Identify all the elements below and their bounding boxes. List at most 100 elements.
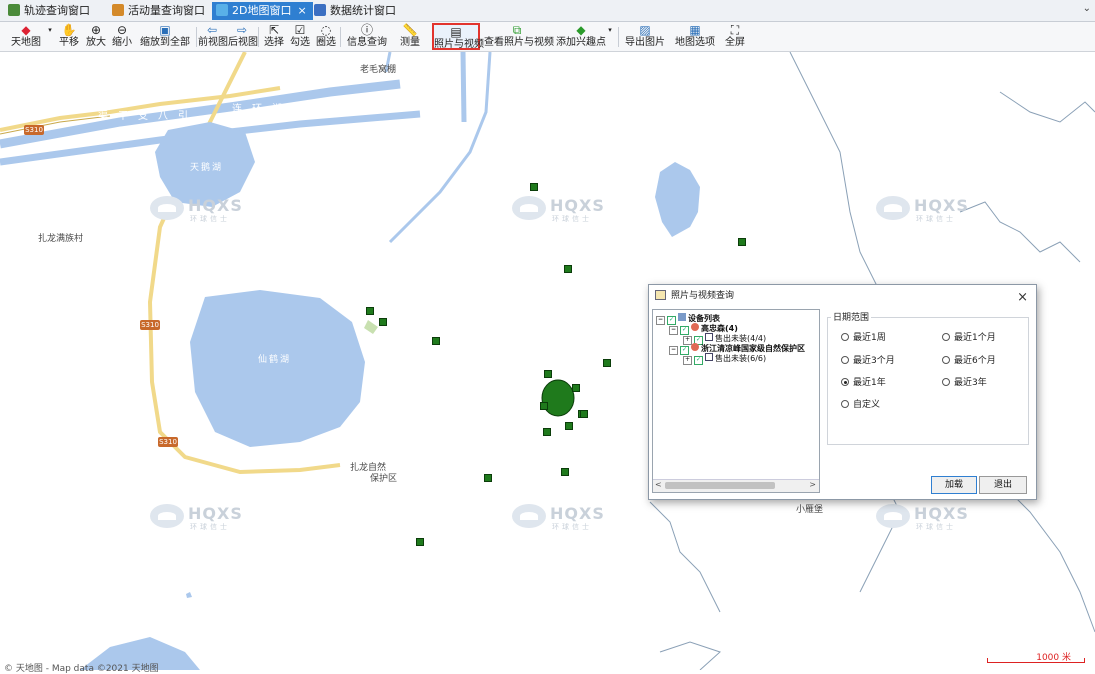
device-marker[interactable] [379,318,387,326]
place-label: 老毛窝棚 [360,65,397,75]
photo-video-button[interactable]: ▤ 照片与视频 [432,23,484,50]
tianditu-icon: ◆ [21,23,31,37]
zoom-all-button[interactable]: ▣ 缩放到全部 [136,23,194,50]
scroll-left-icon[interactable]: < [655,480,662,489]
check-select-icon: ☑ [294,23,306,37]
watermark: HQXS 环球信士 [150,500,242,534]
radio-last-month[interactable]: 最近1个月 [942,330,996,343]
radio-indicator[interactable] [841,378,849,386]
collapse-icon[interactable]: − [669,346,678,355]
device-marker[interactable] [484,474,492,482]
place-label: 保护区 [370,474,398,484]
radio-indicator[interactable] [841,333,849,341]
export-image-button[interactable]: ▨ 导出图片 [622,23,668,50]
device-tree: − ✓ 设备列表 − ✓ 高忠森(4) + ✓ 售出未装(4/4) − ✓ 浙江清凉峰国家级自然… [652,309,820,493]
road-badge: S310 [24,125,44,135]
add-poi-dropdown[interactable]: ▾ [606,23,614,50]
map-options-icon: ▦ [689,23,701,37]
close-tab-icon[interactable]: × [297,4,306,17]
tab-bar: 轨迹查询窗口 活动量查询窗口 2D地图窗口 × 数据统计窗口 ⌄ [0,0,1095,22]
toolbar-separator [196,27,197,47]
tab-track-query[interactable]: 轨迹查询窗口 [4,2,96,20]
checkbox[interactable]: ✓ [694,356,703,365]
scroll-right-icon[interactable]: > [809,480,816,489]
radio-last-3-years[interactable]: 最近3年 [942,375,987,388]
radio-indicator[interactable] [841,356,849,364]
crane-lake-label: 仙鹤湖 [258,355,292,365]
watermark-logo-icon [512,504,546,528]
pan-button[interactable]: ✋ 平移 [56,23,82,50]
tree-hscrollbar[interactable]: < > [653,479,819,492]
device-marker[interactable] [540,402,548,410]
info-query-button[interactable]: ⓘ 信息查询 [344,23,390,50]
radio-indicator[interactable] [942,378,950,386]
device-marker[interactable] [544,370,552,378]
add-poi-button[interactable]: ◆ 添加兴趣点 [556,23,606,50]
folder-icon [705,353,713,361]
fullscreen-button[interactable]: ⛶ 全屏 [722,23,748,50]
device-marker[interactable] [564,265,572,273]
check-select-button[interactable]: ☑ 勾选 [288,23,312,50]
circle-select-icon: ◌ [320,23,332,37]
map-options-button[interactable]: ▦ 地图选项 [672,23,718,50]
river [999,481,1095,633]
radio-last-year[interactable]: 最近1年 [841,375,886,388]
device-marker[interactable] [543,428,551,436]
radio-last-6-months[interactable]: 最近6个月 [942,353,996,366]
tianditu-button[interactable]: ◆ 天地图 [6,23,46,50]
marker-cluster[interactable] [541,379,575,417]
device-marker[interactable] [432,337,440,345]
radio-last-week[interactable]: 最近1周 [841,330,886,343]
tianditu-dropdown[interactable]: ▾ [46,23,54,50]
tab-2d-map[interactable]: 2D地图窗口 × [212,2,313,20]
watermark-logo-icon [150,504,184,528]
select-button[interactable]: ⇱ 选择 [262,23,286,50]
canal-label-2: 连环湖铝干 [232,104,332,115]
hand-icon: ✋ [61,23,77,37]
zoom-out-button[interactable]: ⊖ 缩小 [110,23,134,50]
zoom-extent-icon: ▣ [159,23,171,37]
load-button[interactable]: 加载 [931,476,977,494]
radio-indicator[interactable] [942,356,950,364]
collapse-icon[interactable]: − [669,326,678,335]
device-marker[interactable] [603,359,611,367]
zoom-in-button[interactable]: ⊕ 放大 [84,23,108,50]
swan-lake-label: 天鹅湖 [190,163,224,173]
radio-last-3-months[interactable]: 最近3个月 [841,353,895,366]
device-marker[interactable] [580,410,588,418]
photo-video-query-dialog: 照片与视频查询 × − ✓ 设备列表 − ✓ 高忠森(4) + ✓ 售出未装(4/4) − ✓… [648,284,1037,500]
view-photo-video-button[interactable]: ⧉ 查看照片与视频 [484,23,554,50]
tab-data-stats[interactable]: 数据统计窗口 [310,2,402,20]
zoom-in-icon: ⊕ [90,23,102,37]
radio-indicator[interactable] [841,400,849,408]
next-view-button[interactable]: ⇨ 后视图 [228,23,258,50]
measure-button[interactable]: 📏 测量 [396,23,424,50]
image-icon: ▨ [639,23,651,37]
collapse-icon[interactable]: − [656,316,665,325]
tree-node-group[interactable]: + ✓ 售出未装(6/6) [683,353,766,365]
close-icon[interactable]: × [1017,287,1028,309]
device-marker[interactable] [572,384,580,392]
radio-custom[interactable]: 自定义 [841,397,880,410]
device-marker[interactable] [561,468,569,476]
radio-indicator[interactable] [942,333,950,341]
prev-view-button[interactable]: ⇦ 前视图 [198,23,228,50]
device-marker[interactable] [530,183,538,191]
folder-icon [705,333,713,341]
circle-select-button[interactable]: ◌ 圈选 [314,23,338,50]
stats-icon [314,4,326,16]
watermark: HQXS 环球信士 [150,192,242,226]
device-marker[interactable] [565,422,573,430]
tab-overflow-icon[interactable]: ⌄ [1083,3,1091,14]
expand-icon[interactable]: + [683,356,692,365]
device-marker[interactable] [738,238,746,246]
tab-activity-query[interactable]: 活动量查询窗口 [108,2,211,20]
select-icon: ⇱ [268,23,280,37]
river [649,501,721,613]
poi-pin-icon: ◆ [576,23,586,37]
user-icon [691,323,699,331]
device-marker[interactable] [416,538,424,546]
device-marker[interactable] [366,307,374,315]
exit-button[interactable]: 退出 [979,476,1027,494]
scroll-thumb[interactable] [665,482,775,489]
